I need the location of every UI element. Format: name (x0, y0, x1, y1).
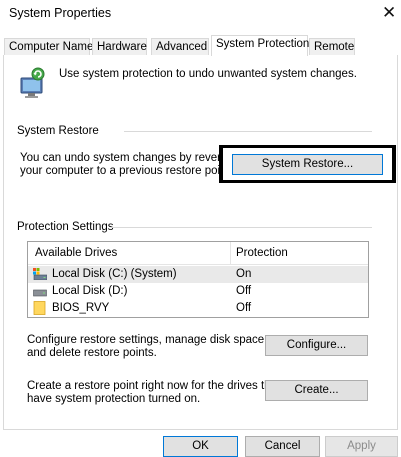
column-header-drives[interactable]: Available Drives (35, 247, 117, 259)
drive-protection-status: On (236, 268, 252, 280)
system-drive-icon (33, 268, 48, 281)
group-divider (111, 227, 372, 228)
drives-list[interactable]: Available Drives Protection Local Disk (… (27, 241, 369, 318)
drive-protection-status: Off (236, 285, 252, 297)
tab-system-protection[interactable]: System Protection (211, 35, 310, 56)
tab-label: Computer Name (9, 41, 94, 53)
folder-drive-icon (33, 301, 47, 315)
drive-protection-status: Off (236, 302, 252, 314)
title-bar: System Properties ✕ (0, 0, 401, 30)
system-protection-icon (17, 66, 49, 100)
table-row[interactable]: BIOS_RVY Off (28, 300, 368, 317)
system-restore-description-line2: your computer to a previous restore poin… (20, 165, 233, 177)
tab-label: System Protection (216, 38, 310, 50)
column-header-protection[interactable]: Protection (236, 247, 288, 259)
tab-label: Remote (314, 41, 355, 53)
protection-settings-group-label: Protection Settings (17, 221, 114, 233)
drive-name: Local Disk (C:) (System) (52, 268, 177, 280)
ok-button[interactable]: OK (163, 436, 238, 457)
drive-name: Local Disk (D:) (52, 285, 128, 297)
column-divider[interactable] (230, 242, 231, 264)
create-button[interactable]: Create... (265, 380, 368, 401)
group-divider (124, 131, 372, 132)
tab-advanced[interactable]: Advanced (151, 38, 209, 55)
drive-icon (33, 288, 47, 297)
table-row[interactable]: Local Disk (D:) Off (28, 283, 368, 300)
drive-name: BIOS_RVY (52, 302, 110, 314)
system-restore-button[interactable]: System Restore... (232, 154, 383, 175)
tab-label: Hardware (97, 41, 147, 53)
window-title: System Properties (9, 6, 112, 20)
tab-remote[interactable]: Remote (309, 38, 355, 55)
close-icon[interactable]: ✕ (382, 2, 396, 24)
configure-description-line1: Configure restore settings, manage disk … (27, 334, 268, 346)
system-restore-description-line1: You can undo system changes by revertin (20, 152, 234, 164)
cancel-button[interactable]: Cancel (245, 436, 320, 457)
intro-text: Use system protection to undo unwanted s… (59, 68, 357, 80)
configure-description-line2: and delete restore points. (27, 347, 157, 359)
list-header: Available Drives Protection (28, 242, 368, 265)
tab-label: Advanced (156, 41, 208, 53)
create-description-line2: have system protection turned on. (27, 393, 201, 405)
table-row[interactable]: Local Disk (C:) (System) On (28, 266, 368, 283)
system-restore-group-label: System Restore (17, 125, 99, 137)
apply-button[interactable]: Apply (325, 436, 398, 457)
tab-hardware[interactable]: Hardware (92, 38, 147, 55)
create-description-line1: Create a restore point right now for the… (27, 380, 281, 392)
configure-button[interactable]: Configure... (265, 335, 368, 356)
tab-computer-name[interactable]: Computer Name (4, 38, 94, 55)
